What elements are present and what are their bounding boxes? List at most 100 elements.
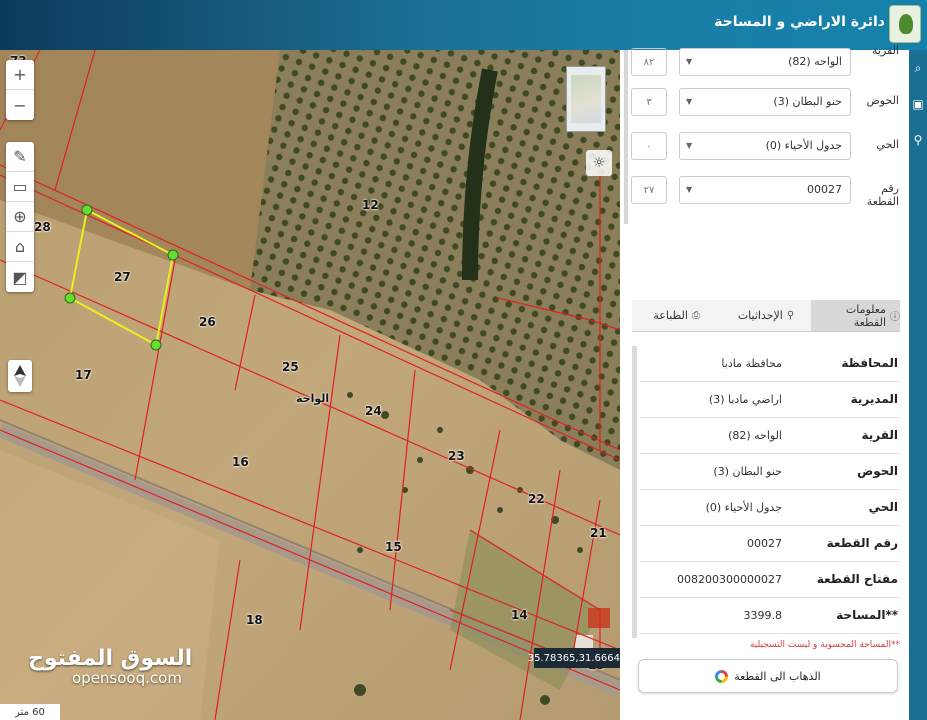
minus-icon: − xyxy=(13,95,27,115)
pencil-icon: ✎ xyxy=(13,147,27,166)
home-button[interactable]: ⌂ xyxy=(6,232,34,262)
chevron-down-icon: ▼ xyxy=(686,185,693,194)
compass-button[interactable] xyxy=(8,360,32,392)
crosshair-icon: ⊕ xyxy=(13,207,27,226)
chart-icon: ◩ xyxy=(12,267,28,287)
goto-parcel-button[interactable]: الذهاب الى القطعة xyxy=(638,659,898,693)
scrollbar[interactable] xyxy=(632,346,637,638)
tab-print[interactable]: ⎙ الطباعة xyxy=(632,300,721,331)
parcel-panel: القرية الواحه (82) ▼ ٨٢ الحوض حنو البطان … xyxy=(620,44,909,720)
filter-village: القرية الواحه (82) ▼ ٨٢ xyxy=(629,44,899,78)
info-key: القرية xyxy=(861,428,898,442)
tab-label: معلومات القطعة xyxy=(845,302,886,329)
filter-neighborhood: الحي جدول الأحياء (0) ▼ ٠ xyxy=(629,132,899,162)
parcel-number: 14 xyxy=(511,608,528,622)
neighborhood-select[interactable]: جدول الأحياء (0) ▼ xyxy=(679,132,851,160)
parcel-number-selected[interactable]: 27 xyxy=(114,270,131,284)
sun-icon: ☼ xyxy=(592,155,606,171)
brightness-button[interactable]: ☼ xyxy=(586,150,612,176)
parcel-number: 28 xyxy=(34,220,51,234)
scrollbar[interactable] xyxy=(624,50,628,224)
info-row: الحوض حنو البطان (3) xyxy=(640,454,900,490)
select-value: 00027 xyxy=(807,183,842,196)
select-value: حنو البطان (3) xyxy=(773,95,842,108)
north-arrow-icon xyxy=(14,365,26,387)
select-value: جدول الأحياء (0) xyxy=(765,139,842,152)
basemap-switcher[interactable] xyxy=(566,66,606,132)
info-row: رقم القطعة 00027 xyxy=(640,526,900,562)
draw-button[interactable]: ✎ xyxy=(6,142,34,172)
basin-select[interactable]: حنو البطان (3) ▼ xyxy=(679,88,851,116)
info-key: رقم القطعة xyxy=(826,536,898,550)
select-value: الواحه (82) xyxy=(788,55,842,68)
zoom-out-button[interactable]: − xyxy=(6,90,34,120)
info-icon: ⓘ xyxy=(890,312,900,323)
parcel-code-field[interactable]: ٢٧ xyxy=(631,176,667,204)
filter-basin: الحوض حنو البطان (3) ▼ ٣ xyxy=(629,88,899,118)
opensooq-watermark: السوق المفتوح opensooq.com xyxy=(28,646,192,687)
info-row: المحافظة محافظة مادبا xyxy=(640,346,900,382)
village-code-field[interactable]: ٨٢ xyxy=(631,48,667,76)
basin-code-field[interactable]: ٣ xyxy=(631,88,667,116)
info-row: المديرية اراضي مادبا (3) xyxy=(640,382,900,418)
measure-button[interactable]: ▭ xyxy=(6,172,34,202)
parcel-number: 17 xyxy=(75,368,92,382)
info-row: الحي جدول الأحياء (0) xyxy=(640,490,900,526)
filter-label: القرية xyxy=(871,44,899,57)
app-header: دائرة الاراضي و المساحة xyxy=(0,0,927,50)
info-row: **المساحة 3399.8 xyxy=(640,598,900,634)
filter-label: الحوض xyxy=(866,94,900,107)
layers-icon[interactable]: ▣ xyxy=(909,86,927,122)
scale-bar: 60 متر xyxy=(0,704,60,720)
app-title: دائرة الاراضي و المساحة xyxy=(714,14,885,30)
map-tools: ✎ ▭ ⊕ ⌂ ◩ xyxy=(6,142,34,292)
watermark-english: opensooq.com xyxy=(72,669,182,687)
parcel-number: 25 xyxy=(282,360,299,374)
filter-label: الحي xyxy=(876,138,899,151)
info-value: 008200300000027 xyxy=(677,573,782,586)
parcel-number: 21 xyxy=(590,526,607,540)
parcel-number: 18 xyxy=(246,613,263,627)
info-value: الواحه (82) xyxy=(728,429,782,442)
parcel-number: 22 xyxy=(528,492,545,506)
place-label: الواحة xyxy=(296,392,330,405)
locate-button[interactable]: ⊕ xyxy=(6,202,34,232)
goto-label: الذهاب الى القطعة xyxy=(734,669,821,683)
parcel-number: 26 xyxy=(199,315,216,329)
chevron-down-icon: ▼ xyxy=(686,57,693,66)
area-note: **المساحة المحسوبة و ليست التسجيلية xyxy=(749,640,900,650)
zoom-controls: + − xyxy=(6,60,34,120)
tab-label: الطباعة xyxy=(653,309,688,322)
chevron-down-icon: ▼ xyxy=(686,97,693,106)
info-row: القرية الواحه (82) xyxy=(640,418,900,454)
watermark-arabic: السوق المفتوح xyxy=(28,646,193,671)
info-key: **المساحة xyxy=(836,608,898,622)
filter-label: رقم القطعة xyxy=(866,182,899,208)
parcel-select[interactable]: 00027 ▼ xyxy=(679,176,851,204)
home-icon: ⌂ xyxy=(14,237,26,256)
tab-coordinates[interactable]: ⚲ الإحداثيات xyxy=(721,300,810,331)
village-select[interactable]: الواحه (82) ▼ xyxy=(679,48,851,76)
google-icon xyxy=(715,669,729,683)
map-view[interactable]: 73 28 27 26 12 25 17 24 16 23 22 21 15 1… xyxy=(0,50,620,720)
neighborhood-code-field[interactable]: ٠ xyxy=(631,132,667,160)
info-value: محافظة مادبا xyxy=(721,357,782,370)
location-pin-icon[interactable]: ⚲ xyxy=(909,122,927,158)
info-key: الحوض xyxy=(857,464,898,478)
info-value: اراضي مادبا (3) xyxy=(708,393,782,406)
search-icon[interactable]: ⌕ xyxy=(909,50,927,86)
tab-parcel-info[interactable]: ⓘ معلومات القطعة xyxy=(810,300,900,331)
chevron-down-icon: ▼ xyxy=(686,141,693,150)
user-pin-icon: ⚲ xyxy=(786,310,795,321)
info-key: المديرية xyxy=(850,392,898,406)
parcel-number: 16 xyxy=(232,455,249,469)
parcel-number: 24 xyxy=(365,404,382,418)
parcel-number: 15 xyxy=(385,540,402,554)
info-value: 00027 xyxy=(747,537,782,550)
info-row: مفتاح القطعة 008200300000027 xyxy=(640,562,900,598)
print-map-button[interactable]: ◩ xyxy=(6,262,34,292)
info-value: حنو البطان (3) xyxy=(713,465,782,478)
zoom-in-button[interactable]: + xyxy=(6,60,34,90)
info-value: 3399.8 xyxy=(743,609,783,622)
info-key: مفتاح القطعة xyxy=(816,572,898,586)
